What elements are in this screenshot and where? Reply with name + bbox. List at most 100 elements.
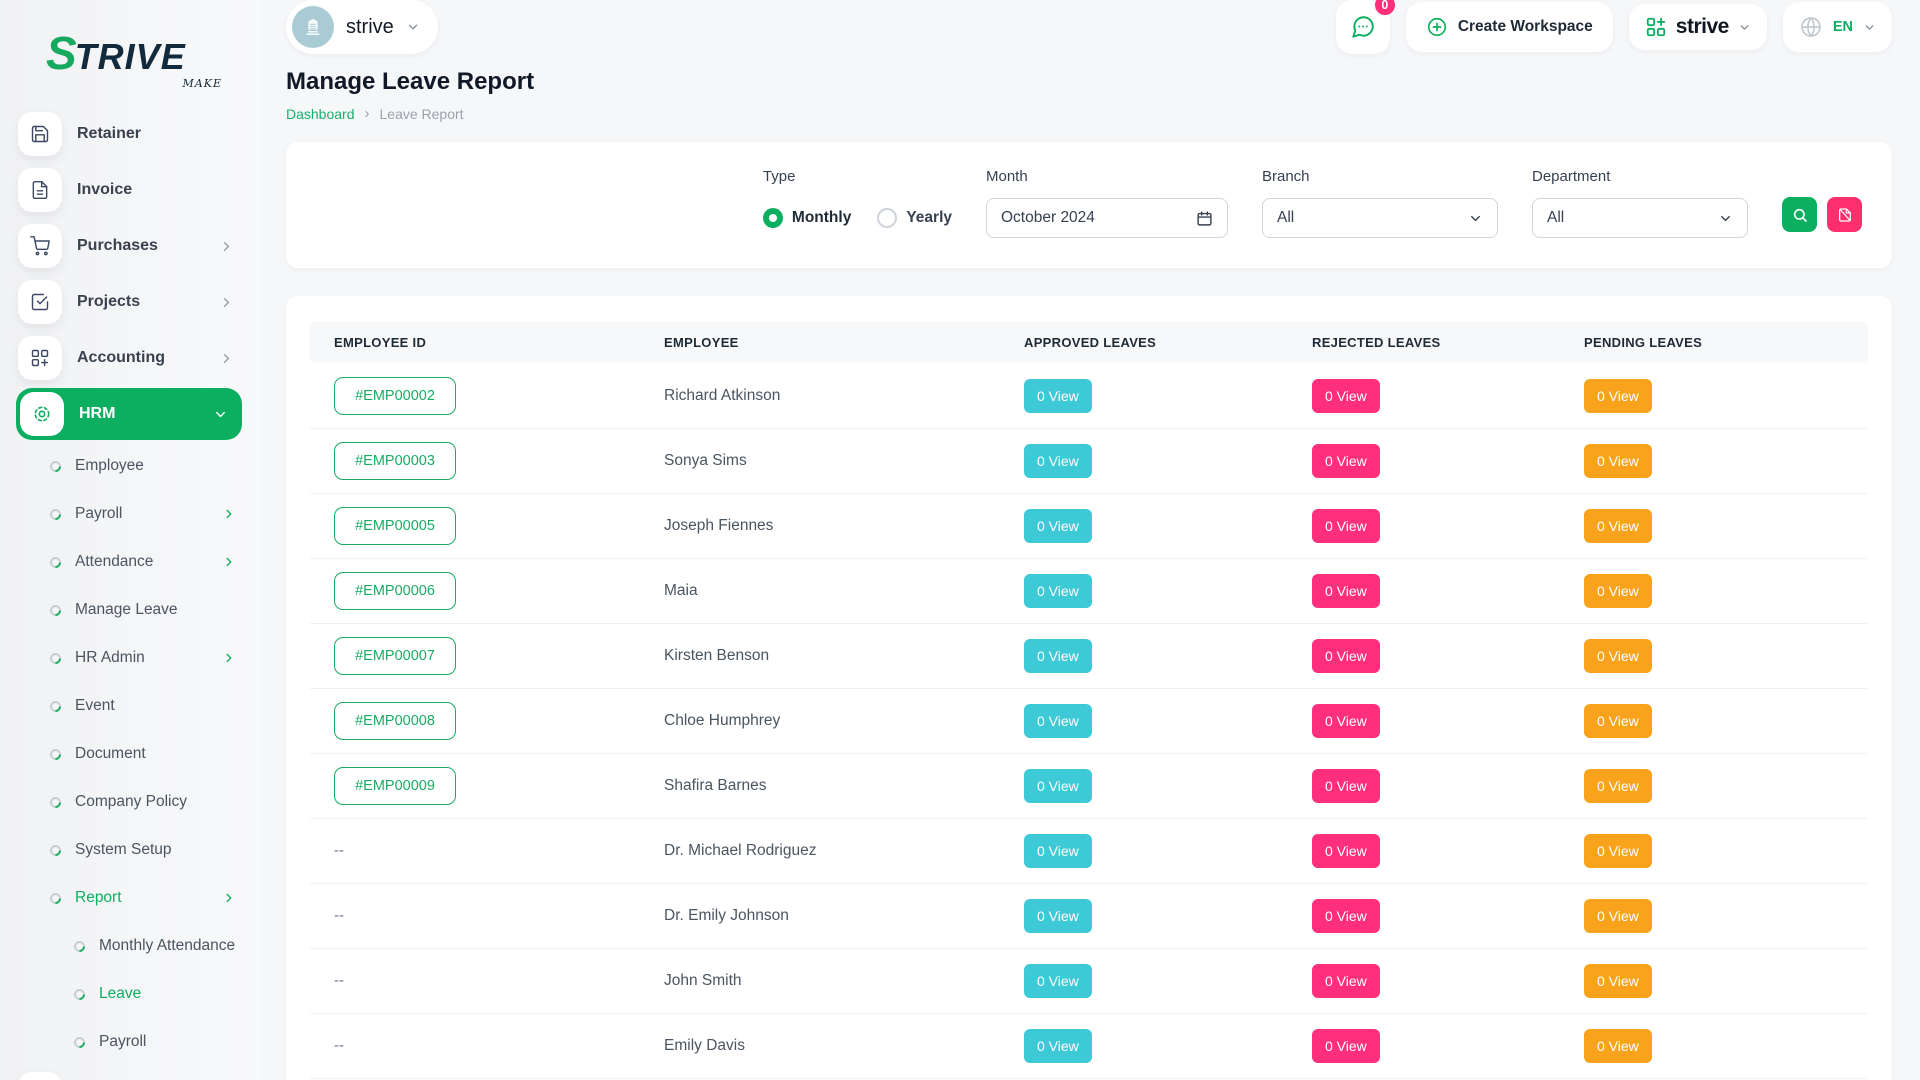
rejected-leaves-view-badge[interactable]: 0 View xyxy=(1312,639,1380,673)
approved-leaves-view-badge[interactable]: 0 View xyxy=(1024,769,1092,803)
pending-leaves-view-badge[interactable]: 0 View xyxy=(1584,574,1652,608)
rejected-leaves-view-badge[interactable]: 0 View xyxy=(1312,509,1380,543)
column-rejected-leaves: REJECTED LEAVES xyxy=(1288,322,1560,363)
bullet-icon xyxy=(72,1034,88,1050)
pending-leaves-view-badge[interactable]: 0 View xyxy=(1584,1029,1652,1063)
table-row: #EMP00003 Sonya Sims 0 View 0 View 0 Vie… xyxy=(310,428,1868,493)
sidebar-item-payroll[interactable]: Payroll xyxy=(16,1018,242,1066)
approved-leaves-view-badge[interactable]: 0 View xyxy=(1024,1029,1092,1063)
approved-leaves-view-badge[interactable]: 0 View xyxy=(1024,704,1092,738)
month-input[interactable]: October 2024 xyxy=(986,198,1228,238)
approved-leaves-view-badge[interactable]: 0 View xyxy=(1024,899,1092,933)
pending-leaves-view-badge[interactable]: 0 View xyxy=(1584,444,1652,478)
sidebar-item-monthly-attendance[interactable]: Monthly Attendance xyxy=(16,922,242,970)
cart-icon xyxy=(30,236,50,256)
sidebar-item-hrm[interactable]: HRM xyxy=(16,388,242,440)
pending-leaves-view-badge[interactable]: 0 View xyxy=(1584,379,1652,413)
sidebar-item-document[interactable]: Document xyxy=(16,730,242,778)
pending-leaves-view-badge[interactable]: 0 View xyxy=(1584,834,1652,868)
sidebar-item-manage-leave[interactable]: Manage Leave xyxy=(16,586,242,634)
bullet-icon xyxy=(48,650,64,666)
chat-button[interactable]: 0 xyxy=(1336,0,1390,54)
sidebar-item-pos[interactable]: POS xyxy=(16,1066,242,1080)
approved-leaves-view-badge[interactable]: 0 View xyxy=(1024,964,1092,998)
employee-id-button[interactable]: #EMP00002 xyxy=(334,377,456,415)
language-code: EN xyxy=(1833,19,1853,35)
rejected-leaves-view-badge[interactable]: 0 View xyxy=(1312,964,1380,998)
pending-leaves-view-badge[interactable]: 0 View xyxy=(1584,704,1652,738)
type-radio-monthly[interactable]: Monthly xyxy=(763,208,851,228)
employee-id-button[interactable]: #EMP00009 xyxy=(334,767,456,805)
employee-id-button[interactable]: #EMP00006 xyxy=(334,572,456,610)
language-selector[interactable]: EN xyxy=(1783,2,1892,52)
sidebar-item-accounting[interactable]: Accounting xyxy=(16,330,242,386)
column-approved-leaves: APPROVED LEAVES xyxy=(1000,322,1288,363)
approved-leaves-view-badge[interactable]: 0 View xyxy=(1024,444,1092,478)
table-row: -- Emily Davis 0 View 0 View 0 View xyxy=(310,1013,1868,1078)
employee-id-button[interactable]: #EMP00005 xyxy=(334,507,456,545)
sidebar-item-projects[interactable]: Projects xyxy=(16,274,242,330)
table-header-row: EMPLOYEE ID EMPLOYEE APPROVED LEAVES REJ… xyxy=(310,322,1868,363)
icon-tile xyxy=(20,392,64,436)
chevron-down-icon xyxy=(1718,211,1733,226)
rejected-leaves-view-badge[interactable]: 0 View xyxy=(1312,769,1380,803)
create-workspace-label: Create Workspace xyxy=(1458,18,1593,36)
type-filter-group: Type Monthly Yearly xyxy=(763,168,952,238)
table-row: -- Dr. Michael Rodriguez 0 View 0 View 0… xyxy=(310,818,1868,883)
department-select[interactable]: All xyxy=(1532,198,1748,238)
sidebar-item-hr-admin[interactable]: HR Admin xyxy=(16,634,242,682)
sidebar-item-leave[interactable]: Leave xyxy=(16,970,242,1018)
pending-leaves-view-badge[interactable]: 0 View xyxy=(1584,964,1652,998)
rejected-leaves-view-badge[interactable]: 0 View xyxy=(1312,899,1380,933)
radio-selected-icon xyxy=(763,208,783,228)
sidebar: STRIVE MAKE Retainer Invoice Purchases P… xyxy=(0,0,258,1080)
reset-button[interactable] xyxy=(1827,197,1862,232)
sidebar-item-retainer[interactable]: Retainer xyxy=(16,106,242,162)
table-row: -- John Smith 0 View 0 View 0 View xyxy=(310,948,1868,1013)
rejected-leaves-view-badge[interactable]: 0 View xyxy=(1312,704,1380,738)
sidebar-item-payroll[interactable]: Payroll xyxy=(16,490,242,538)
sidebar-item-employee[interactable]: Employee xyxy=(16,442,242,490)
sidebar-item-company-policy[interactable]: Company Policy xyxy=(16,778,242,826)
brand-menu[interactable]: strive xyxy=(1629,4,1767,50)
chevron-right-icon xyxy=(219,351,234,366)
building-icon xyxy=(302,16,324,38)
branch-select[interactable]: All xyxy=(1262,198,1498,238)
sidebar-item-purchases[interactable]: Purchases xyxy=(16,218,242,274)
create-workspace-button[interactable]: Create Workspace xyxy=(1406,2,1613,52)
approved-leaves-view-badge[interactable]: 0 View xyxy=(1024,509,1092,543)
workspace-avatar xyxy=(292,6,334,48)
employee-id-button[interactable]: #EMP00007 xyxy=(334,637,456,675)
employee-id-button[interactable]: #EMP00008 xyxy=(334,702,456,740)
pending-leaves-view-badge[interactable]: 0 View xyxy=(1584,639,1652,673)
pending-leaves-view-badge[interactable]: 0 View xyxy=(1584,769,1652,803)
sidebar-item-event[interactable]: Event xyxy=(16,682,242,730)
sidebar-item-label: Retainer xyxy=(77,125,141,143)
pending-leaves-view-badge[interactable]: 0 View xyxy=(1584,899,1652,933)
app-root: STRIVE MAKE Retainer Invoice Purchases P… xyxy=(0,0,1920,1080)
rejected-leaves-view-badge[interactable]: 0 View xyxy=(1312,1029,1380,1063)
sidebar-item-attendance[interactable]: Attendance xyxy=(16,538,242,586)
type-radio-yearly[interactable]: Yearly xyxy=(877,208,952,228)
topbar: strive 0 Create Workspace xyxy=(286,0,1892,54)
sidebar-item-label: Document xyxy=(75,745,146,763)
approved-leaves-view-badge[interactable]: 0 View xyxy=(1024,639,1092,673)
pending-leaves-view-badge[interactable]: 0 View xyxy=(1584,509,1652,543)
rejected-leaves-view-badge[interactable]: 0 View xyxy=(1312,574,1380,608)
approved-leaves-view-badge[interactable]: 0 View xyxy=(1024,379,1092,413)
hrm-target-icon xyxy=(32,404,52,424)
approved-leaves-view-badge[interactable]: 0 View xyxy=(1024,574,1092,608)
breadcrumb-dashboard-link[interactable]: Dashboard xyxy=(286,106,355,122)
search-button[interactable] xyxy=(1782,197,1817,232)
employee-id-button[interactable]: #EMP00003 xyxy=(334,442,456,480)
approved-leaves-view-badge[interactable]: 0 View xyxy=(1024,834,1092,868)
sidebar-item-invoice[interactable]: Invoice xyxy=(16,162,242,218)
sidebar-item-label: Payroll xyxy=(99,1033,146,1051)
sidebar-item-system-setup[interactable]: System Setup xyxy=(16,826,242,874)
rejected-leaves-view-badge[interactable]: 0 View xyxy=(1312,444,1380,478)
sidebar-item-report[interactable]: Report xyxy=(16,874,242,922)
rejected-leaves-view-badge[interactable]: 0 View xyxy=(1312,379,1380,413)
column-pending-leaves: PENDING LEAVES xyxy=(1560,322,1868,363)
rejected-leaves-view-badge[interactable]: 0 View xyxy=(1312,834,1380,868)
workspace-selector[interactable]: strive xyxy=(286,0,438,54)
